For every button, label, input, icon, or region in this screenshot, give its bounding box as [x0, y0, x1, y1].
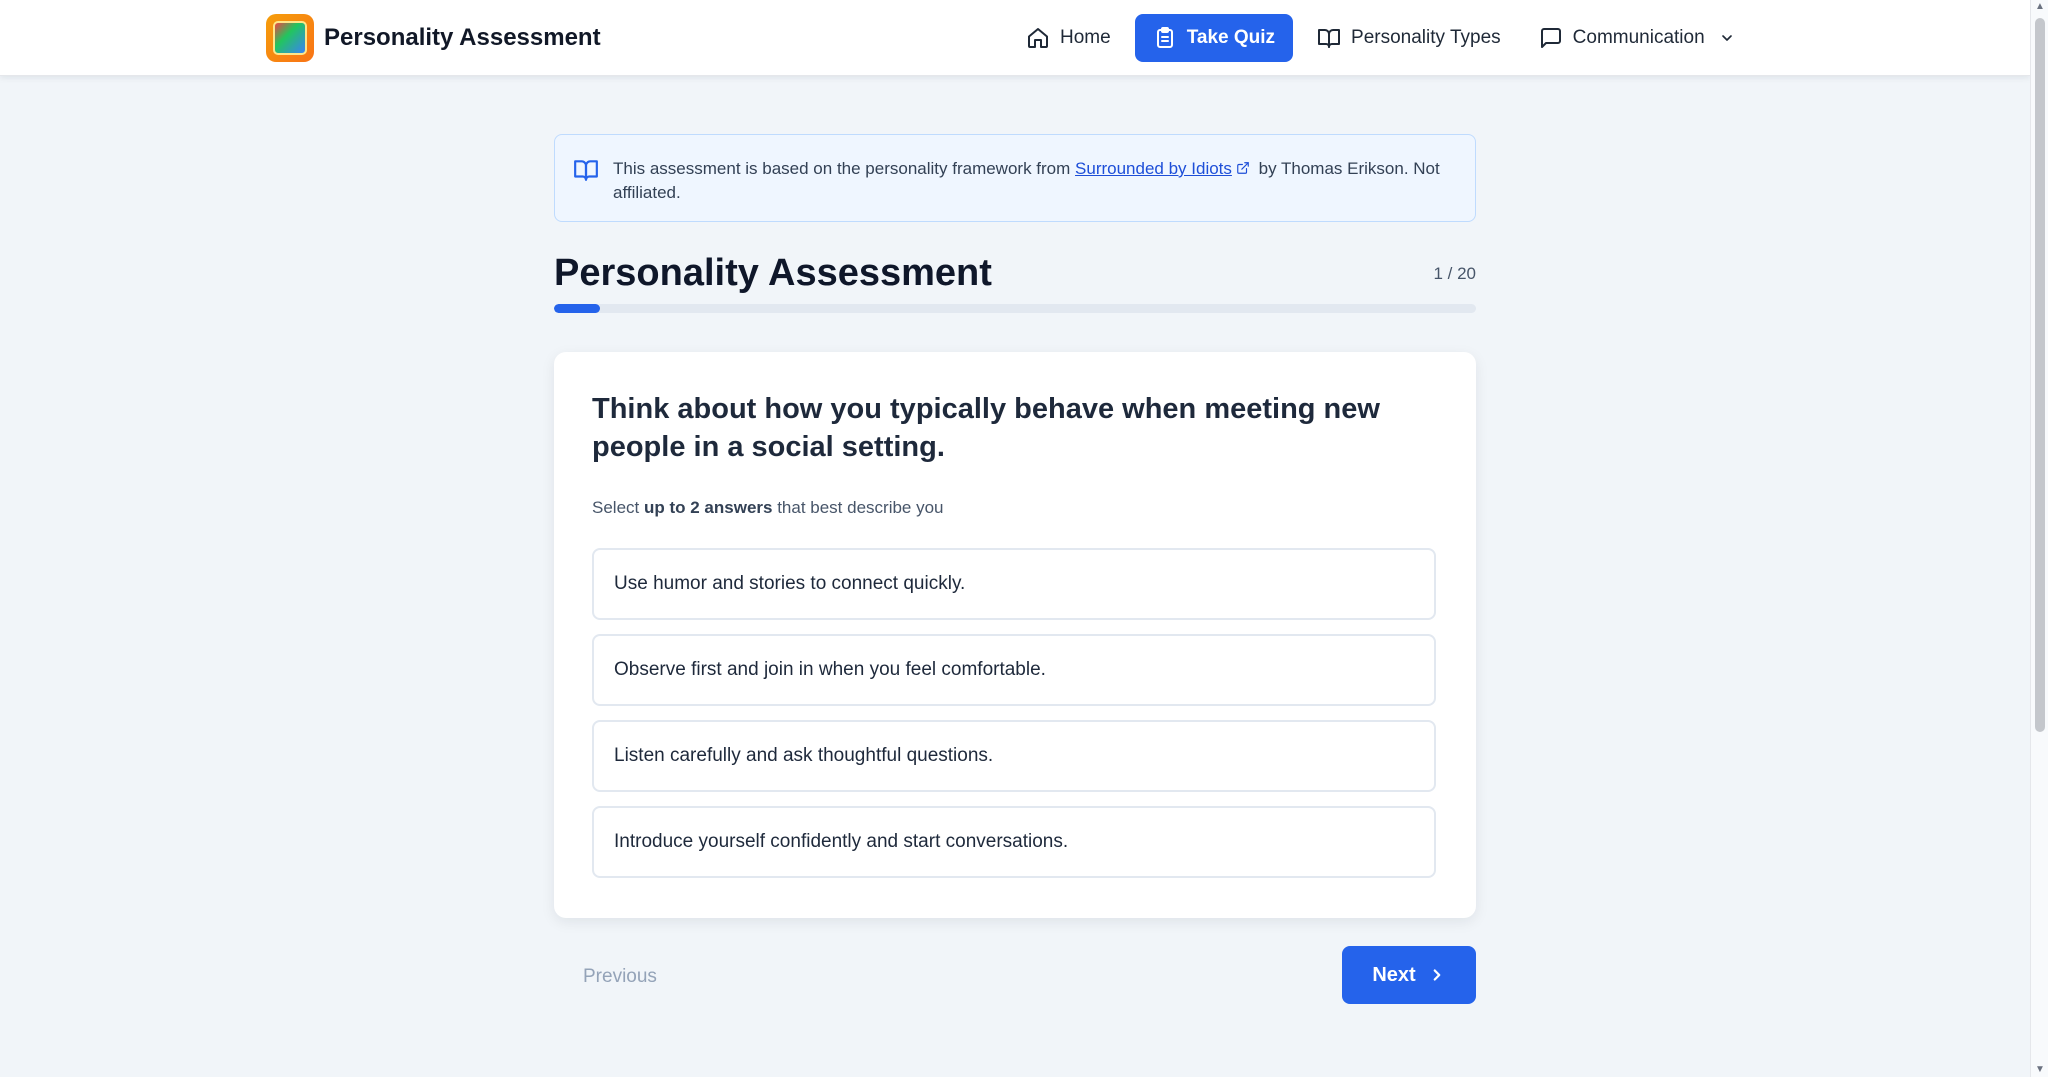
previous-button[interactable]: Previous [583, 966, 657, 988]
progress-counter: 1 / 20 [1433, 264, 1476, 283]
scrollbar-thumb[interactable] [2035, 18, 2045, 732]
book-link[interactable]: Surrounded by Idiots [1075, 159, 1232, 178]
nav-home[interactable]: Home [1012, 14, 1125, 62]
book-open-icon [1318, 29, 1341, 48]
nav-take-quiz[interactable]: Take Quiz [1134, 14, 1294, 62]
chevron-right-icon [1433, 969, 1441, 981]
message-square-icon [1540, 28, 1561, 48]
nav-personality-types[interactable]: Personality Types [1303, 14, 1515, 62]
next-button-label: Next [1372, 963, 1416, 986]
answer-option-2[interactable]: Observe first and join in when you feel … [592, 634, 1436, 706]
answer-instruction: Select up to 2 answers that best describ… [592, 498, 944, 517]
nav-home-label: Home [1060, 27, 1111, 48]
brand[interactable]: Personality Assessment [266, 14, 601, 62]
chevron-down-icon [1721, 35, 1732, 41]
main-nav: Home Take Quiz Personality Types Communi… [1012, 14, 1749, 62]
progress-bar [554, 304, 1476, 313]
book-open-icon [574, 160, 598, 181]
answer-option-1[interactable]: Use humor and stories to connect quickly… [592, 548, 1436, 620]
nav-communication-label: Communication [1572, 27, 1705, 48]
top-header: Personality Assessment Home Take Quiz Pe… [0, 0, 2030, 76]
progress-bar-fill [554, 304, 601, 313]
attribution-notice: This assessment is based on the personal… [554, 134, 1476, 222]
scroll-up-icon[interactable]: ▲ [2035, 2, 2045, 12]
page-title: Personality Assessment [554, 252, 992, 294]
clipboard-icon [1156, 27, 1173, 48]
scroll-down-icon[interactable]: ▼ [2035, 1065, 2045, 1075]
answer-option-4[interactable]: Introduce yourself confidently and start… [592, 806, 1436, 878]
nav-take-quiz-label: Take Quiz [1186, 27, 1276, 48]
nav-personality-types-label: Personality Types [1351, 27, 1501, 48]
notice-text-before: This assessment is based on the personal… [613, 159, 1076, 178]
question-text: Think about how you typically behave whe… [592, 393, 1380, 463]
nav-communication-dropdown[interactable]: Communication [1525, 14, 1749, 62]
app-logo-icon [266, 14, 314, 62]
next-button[interactable]: Next [1342, 946, 1476, 1004]
home-icon [1028, 28, 1048, 48]
app-title: Personality Assessment [324, 24, 601, 51]
answer-options: Use humor and stories to connect quickly… [592, 548, 1436, 892]
answer-option-3[interactable]: Listen carefully and ask thoughtful ques… [592, 720, 1436, 792]
vertical-scrollbar[interactable]: ▲ ▼ [2030, 0, 2048, 1077]
external-link-icon[interactable] [1236, 161, 1250, 175]
question-card: Think about how you typically behave whe… [554, 352, 1476, 918]
